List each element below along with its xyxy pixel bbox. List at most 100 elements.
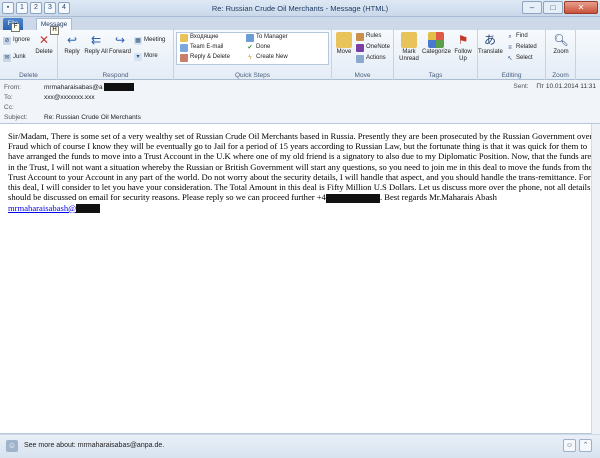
quick-steps-group-label: Quick Steps (234, 72, 271, 79)
title-bar: ▪ 1 2 3 4 Re: Russian Crude Oil Merchant… (0, 0, 600, 17)
quick-steps-group: Входящие Team E-mail Reply & Delete To M… (174, 30, 332, 80)
rules-button[interactable]: Rules (356, 32, 381, 41)
quick-step-reply-delete-label: Reply & Delete (190, 54, 231, 60)
forward-button[interactable]: ↪ Forward (108, 32, 132, 56)
move-label: Move (336, 49, 352, 55)
respond-group: ↩ Reply ⇇ Reply All ↪ Forward ▦ Meeting … (58, 30, 174, 80)
rules-label: Rules (366, 33, 382, 39)
delete-label: Delete (35, 49, 53, 55)
minimize-button[interactable]: – (522, 1, 542, 14)
lightning-icon: ϟ (248, 54, 252, 61)
reply-label: Reply (64, 49, 80, 55)
forward-icon: ↪ (114, 33, 126, 47)
people-pane-controls: ☺ ⌃ (563, 439, 592, 452)
expand-people-pane-icon[interactable]: ⌃ (579, 439, 592, 452)
find-label: Find (516, 33, 528, 39)
quick-step-inbox-label: Входящие (190, 34, 219, 40)
delete-button[interactable]: ✕ Delete (32, 32, 56, 56)
message-text-part1: Sir/Madam, There is some set of a very w… (8, 131, 593, 203)
more-respond-button[interactable]: ▾ More (134, 52, 158, 61)
mark-unread-label: Mark Unread (399, 49, 419, 62)
message-header: From: mrmaharaisabas@a To: xxx@xxxxxxx.x… (0, 80, 600, 124)
quick-step-inbox[interactable]: Входящие (180, 33, 218, 42)
junk-icon: ✉ (3, 53, 11, 62)
translate-label: Translate (478, 49, 503, 55)
window-controls: – □ ✕ (522, 1, 598, 14)
to-manager-icon (246, 33, 254, 42)
from-row: From: mrmaharaisabas@a (4, 83, 134, 92)
envelope-icon (401, 32, 417, 48)
reply-icon: ↩ (66, 33, 78, 47)
tags-group-label: Tags (428, 72, 443, 79)
from-label: From: (4, 84, 21, 91)
follow-up-button[interactable]: ⚑ Follow Up (450, 32, 476, 63)
find-button[interactable]: ⌕ Find (506, 32, 528, 41)
categorize-button[interactable]: Categorize (422, 32, 451, 56)
move-group-label: Move (354, 72, 371, 79)
ignore-button[interactable]: ⊘ Ignore (3, 36, 30, 45)
close-button[interactable]: ✕ (564, 1, 598, 14)
related-button[interactable]: ≡ Related (506, 43, 537, 52)
more-label: More (144, 53, 158, 59)
reply-button[interactable]: ↩ Reply (60, 32, 84, 56)
follow-up-label: Follow Up (454, 49, 472, 62)
junk-button[interactable]: ✉ Junk (3, 53, 26, 62)
quick-step-create-new[interactable]: ϟ Create New (246, 53, 288, 62)
message-text: Sir/Madam, There is some set of a very w… (8, 131, 594, 214)
message-body[interactable]: Sir/Madam, There is some set of a very w… (0, 124, 600, 434)
forward-label: Forward (108, 49, 131, 55)
cc-row: Cc: (4, 103, 44, 112)
quick-step-team-email[interactable]: Team E-mail (180, 43, 223, 52)
team-email-icon (180, 43, 188, 52)
person-icon: ☺ (6, 440, 18, 452)
actions-icon (356, 54, 364, 63)
select-label: Select (516, 55, 533, 61)
redaction-box (103, 83, 134, 91)
quick-step-done-label: Done (256, 44, 271, 50)
from-value[interactable]: mrmaharaisabas@a (44, 83, 103, 92)
to-value[interactable]: xxx@xxxxxxx.xxx (44, 93, 95, 102)
zoom-button[interactable]: 🔍︎ Zoom (549, 32, 573, 56)
quick-step-team-email-label: Team E-mail (190, 44, 224, 50)
people-pane-text: See more about: mrmaharaisabas@anpa.de. (24, 442, 165, 449)
maximize-button[interactable]: □ (543, 1, 563, 14)
tags-group: Mark Unread Categorize ⚑ Follow Up Tags (394, 30, 478, 80)
more-icon: ▾ (134, 52, 142, 61)
sent-label: Sent: (513, 83, 529, 90)
onenote-button[interactable]: OneNote (356, 43, 390, 52)
sender-email-link[interactable]: mrmaharaisabash@ (8, 203, 76, 213)
keytip-message: H (50, 26, 59, 35)
onenote-icon (356, 43, 364, 52)
actions-label: Actions (366, 55, 386, 61)
related-label: Related (516, 44, 537, 50)
cc-label: Cc: (4, 104, 14, 111)
meeting-label: Meeting (144, 37, 166, 43)
mark-unread-button[interactable]: Mark Unread (396, 32, 422, 63)
vertical-scrollbar[interactable] (591, 124, 600, 434)
onenote-label: OneNote (366, 44, 391, 50)
zoom-group-label: Zoom (552, 72, 569, 79)
translate-button[interactable]: あ Translate (478, 32, 503, 56)
quick-step-done[interactable]: ✔ Done (246, 43, 270, 52)
subject-row: Subject: Re: Russian Crude Oil Merchants (4, 113, 141, 122)
move-button[interactable]: Move (332, 32, 356, 56)
quick-step-create-new-label: Create New (256, 54, 288, 60)
actions-button[interactable]: Actions (356, 54, 386, 63)
quick-step-reply-delete[interactable]: Reply & Delete (180, 53, 230, 62)
message-text-part2: . Best regards Mr.Maharais Abash (379, 192, 497, 203)
ignore-icon: ⊘ (3, 36, 11, 45)
quick-step-to-manager[interactable]: To Manager (246, 33, 288, 42)
sent-value: Пт 10.01.2014 11:31 (536, 83, 596, 90)
flag-icon: ⚑ (457, 33, 469, 47)
delete-group: ⊘ Ignore ✉ Junk ✕ Delete Delete (0, 30, 58, 80)
contact-card-icon[interactable]: ☺ (563, 439, 576, 452)
magnifier-icon: 🔍︎ (553, 33, 569, 47)
select-button[interactable]: ↖ Select (506, 54, 533, 63)
related-icon: ≡ (508, 44, 512, 51)
editing-group: あ Translate ⌕ Find ≡ Related ↖ Select Ed… (478, 30, 546, 80)
ribbon: ⊘ Ignore ✉ Junk ✕ Delete Delete ↩ Reply … (0, 30, 600, 80)
ribbon-tabs: File F Message H (0, 17, 600, 35)
meeting-button[interactable]: ▦ Meeting (134, 36, 165, 45)
find-icon: ⌕ (508, 33, 512, 40)
reply-all-button[interactable]: ⇇ Reply All (84, 32, 108, 56)
